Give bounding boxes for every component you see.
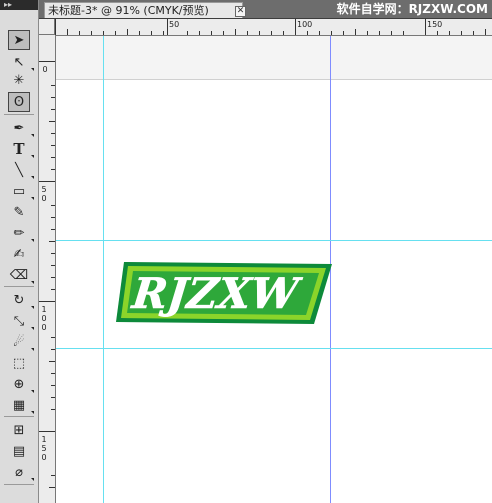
- pasteboard-area: [56, 36, 492, 80]
- ruler-label: 50: [169, 20, 180, 29]
- horizontal-guide[interactable]: [56, 348, 492, 349]
- type-tool-icon: T: [13, 140, 25, 158]
- paintbrush-tool-button[interactable]: ✎: [8, 202, 30, 222]
- free-transform-tool-icon: ⬚: [12, 355, 26, 371]
- direct-selection-tool-button[interactable]: ↖: [8, 52, 34, 72]
- direct-selection-tool-icon: ↖: [13, 54, 25, 70]
- selection-tool-icon: ➤: [13, 32, 25, 48]
- lasso-tool-icon: ʘ: [13, 94, 25, 110]
- document-tab-bar: 未标题-3* @ 91% (CMYK/预览) ✕ 软件自学网：RJZXW.COM: [39, 0, 492, 19]
- selection-tool-button[interactable]: ➤: [8, 30, 30, 50]
- scale-tool-button[interactable]: ⤡: [8, 311, 34, 331]
- vertical-guide[interactable]: [103, 36, 104, 503]
- paintbrush-tool-icon: ✎: [13, 204, 25, 220]
- tools-panel-header[interactable]: ▸▸: [0, 0, 38, 10]
- pen-tool-icon: ✒: [13, 120, 25, 136]
- magic-wand-tool-button[interactable]: ✳: [8, 70, 30, 90]
- line-segment-tool-button[interactable]: ╲: [8, 160, 34, 180]
- document-tab-title: 未标题-3* @ 91% (CMYK/预览): [48, 4, 209, 17]
- warp-tool-icon: ☄: [13, 334, 25, 350]
- rotate-tool-button[interactable]: ↻: [8, 290, 34, 310]
- document-tab[interactable]: 未标题-3* @ 91% (CMYK/预览) ✕: [44, 2, 246, 18]
- ruler-label: 0: [42, 65, 48, 74]
- gradient-tool-icon: ▤: [12, 443, 26, 459]
- mesh-tool-button[interactable]: ⊞: [8, 420, 30, 440]
- rotate-tool-icon: ↻: [13, 292, 25, 308]
- perspective-grid-tool-icon: ▦: [12, 397, 26, 413]
- mesh-tool-icon: ⊞: [13, 422, 25, 438]
- scale-tool-icon: ⤡: [13, 313, 25, 329]
- pencil-tool-icon: ✏: [13, 225, 25, 241]
- vertical-ruler[interactable]: 0 50 100 150: [39, 35, 56, 503]
- logo-text: RJZXW: [129, 268, 304, 318]
- blob-brush-tool-icon: ✍: [13, 246, 25, 262]
- toolbox-separator: [4, 416, 34, 417]
- ruler-label: 150: [41, 435, 47, 462]
- rjzxw-logo[interactable]: RJZXW: [114, 258, 334, 330]
- pencil-tool-button[interactable]: ✏: [8, 223, 34, 243]
- line-segment-tool-icon: ╲: [15, 162, 23, 178]
- tools-panel: ▸▸ ➤ ↖ ✳ ʘ ✒ T ╲ ▭ ✎ ✏ ✍ ⌫ ↻ ⤡ ☄ ⬚ ⊕ ▦ ⊞…: [0, 0, 39, 503]
- ruler-label: 100: [297, 20, 313, 29]
- shape-builder-tool-icon: ⊕: [13, 376, 25, 392]
- warp-tool-button[interactable]: ☄: [8, 332, 34, 352]
- perspective-grid-tool-button[interactable]: ▦: [8, 395, 34, 415]
- magic-wand-tool-icon: ✳: [13, 72, 25, 88]
- ruler-label: 100: [41, 305, 47, 332]
- eyedropper-tool-icon: ⌀: [15, 464, 23, 480]
- lasso-tool-button[interactable]: ʘ: [8, 92, 30, 112]
- type-tool-button[interactable]: T: [8, 139, 34, 159]
- free-transform-tool-button[interactable]: ⬚: [8, 353, 30, 373]
- horizontal-guide[interactable]: [56, 240, 492, 241]
- toolbox-separator: [4, 114, 34, 115]
- ruler-label: 50: [41, 185, 47, 203]
- eyedropper-tool-button[interactable]: ⌀: [8, 462, 34, 482]
- ruler-label: 150: [427, 20, 443, 29]
- blob-brush-tool-button[interactable]: ✍: [8, 244, 30, 264]
- eraser-tool-button[interactable]: ⌫: [8, 265, 34, 285]
- toolbox-separator: [4, 286, 34, 287]
- shape-builder-tool-button[interactable]: ⊕: [8, 374, 34, 394]
- horizontal-ruler[interactable]: 50 100 150: [55, 19, 492, 36]
- site-watermark: 软件自学网：RJZXW.COM: [336, 2, 488, 16]
- rectangle-tool-icon: ▭: [12, 183, 26, 199]
- gradient-tool-button[interactable]: ▤: [8, 441, 30, 461]
- toolbox-separator: [4, 484, 34, 485]
- document-canvas[interactable]: RJZXW: [56, 36, 492, 503]
- rectangle-tool-button[interactable]: ▭: [8, 181, 34, 201]
- eraser-tool-icon: ⌫: [9, 267, 29, 283]
- pen-tool-button[interactable]: ✒: [8, 118, 34, 138]
- ruler-origin[interactable]: [39, 19, 55, 35]
- close-icon[interactable]: ✕: [235, 6, 246, 17]
